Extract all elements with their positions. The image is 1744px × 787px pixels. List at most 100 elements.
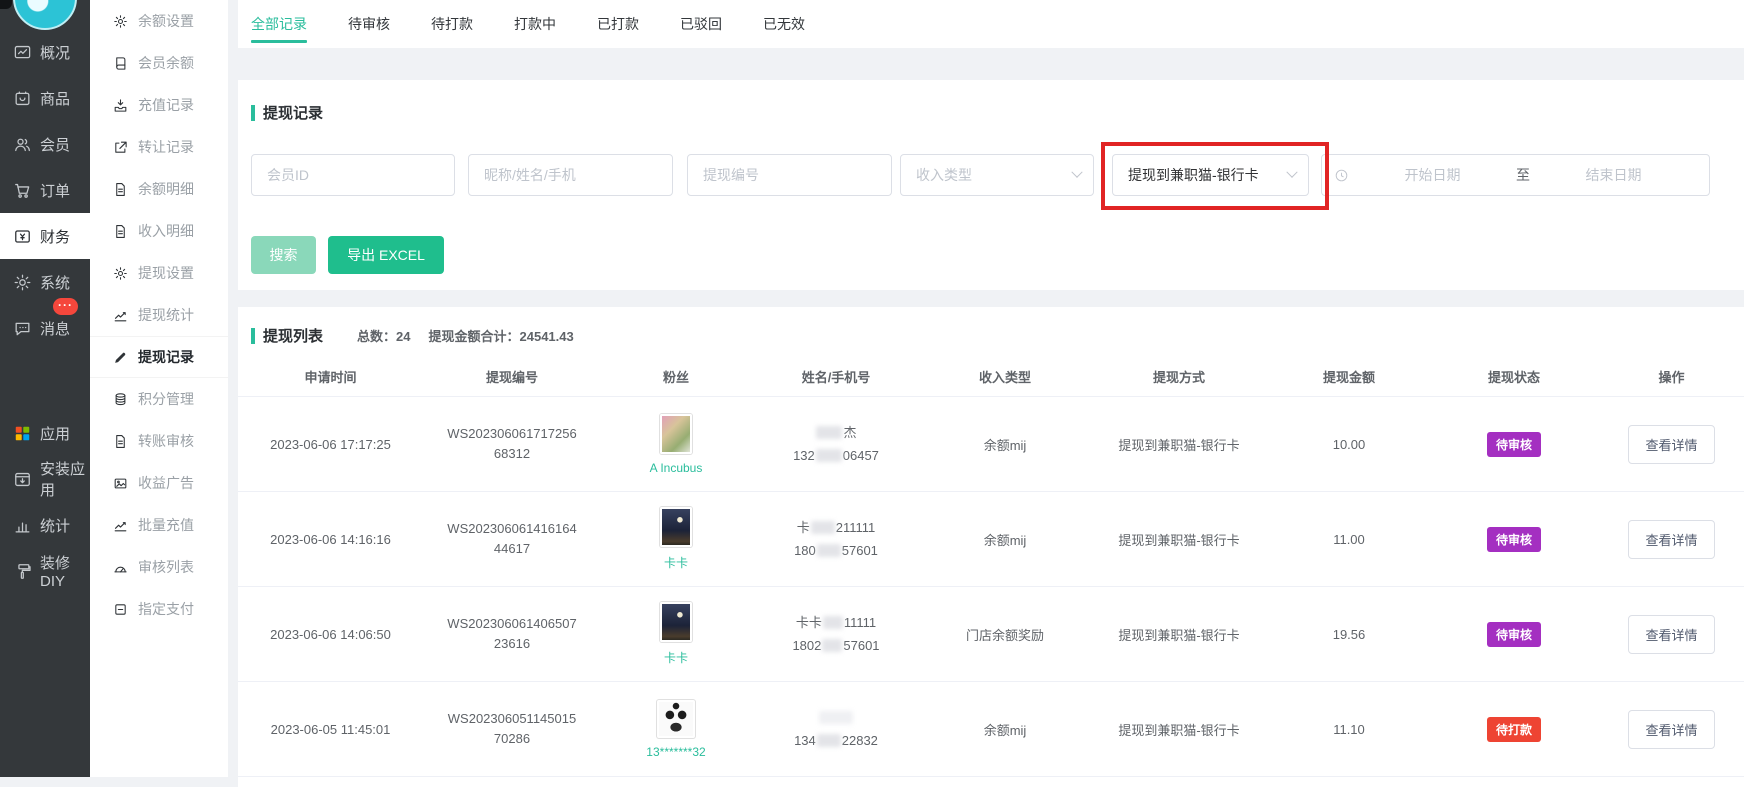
main-nav-label: 商品 [40,88,70,109]
messages-icon [13,319,32,338]
sub-nav-label: 指定支付 [138,599,194,619]
main-nav-item-install-apps[interactable]: 安装应用 [0,456,90,502]
tab-invalid[interactable]: 已无效 [763,0,805,48]
cell-action: 查看详情 [1599,425,1744,464]
sub-nav-item-withdraw-stats[interactable]: 提现统计 [90,294,228,336]
view-details-button[interactable]: 查看详情 [1628,710,1714,749]
withdraw-list-panel: 提现列表 总数：24 提现金额合计：24541.43 申请时间 提现编号 粉丝 … [238,307,1744,787]
orders-icon [13,181,32,200]
cell-name-phone: 卡211111 18057601 [751,516,921,562]
sub-nav-item-transfer-records[interactable]: 转让记录 [90,126,228,168]
sub-nav-item-member-balance[interactable]: 会员余额 [90,42,228,84]
masked-text [819,711,853,724]
list-stats: 总数：24 提现金额合计：24541.43 [357,326,574,345]
sub-nav-item-points-management[interactable]: 积分管理 [90,378,228,420]
cell-income-type: 余额mij [921,720,1089,739]
cell-fan: 13*******32 [601,700,751,759]
main-nav-item-goods[interactable]: 商品 [0,75,90,121]
sub-nav-item-designated-pay[interactable]: 指定支付 [90,588,228,630]
main-nav-label: 应用 [40,423,70,444]
table-header: 申请时间 提现编号 粉丝 姓名/手机号 收入类型 提现方式 提现金额 提现状态 … [238,356,1744,396]
tab-all-records[interactable]: 全部记录 [251,0,307,48]
fan-name-link[interactable]: 卡卡 [664,554,688,571]
main-nav-item-messages[interactable]: 消息 ··· [0,305,90,351]
main-nav: 概况 商品 会员 订单 财务 系统 消息 ··· 应用 安装应用 [0,0,90,777]
sub-nav-item-batch-recharge[interactable]: 批量充值 [90,504,228,546]
main-nav-item-finance[interactable]: 财务 [0,213,90,259]
cell-amount: 11.00 [1269,532,1429,547]
masked-text [816,426,842,439]
tab-paid[interactable]: 已打款 [597,0,639,48]
brand-logo[interactable] [13,0,77,30]
dashboard-icon [13,43,32,62]
main-nav-label: 会员 [40,134,70,155]
export-excel-button[interactable]: 导出 EXCEL [328,236,444,274]
sub-nav-item-revenue-ads[interactable]: 收益广告 [90,462,228,504]
income-type-select[interactable]: 收入类型 [900,154,1094,196]
visible-text: 杰 [843,425,856,440]
masked-name: 杰 [751,421,921,444]
date-range-picker[interactable]: 开始日期 至 结束日期 [1321,154,1710,196]
sub-nav-label: 积分管理 [138,389,194,409]
fan-name-link[interactable]: A Incubus [650,461,703,475]
cell-name-phone: 杰 13206457 [751,421,921,467]
fan-avatar[interactable] [660,414,692,454]
search-button[interactable]: 搜索 [251,236,316,274]
visible-text: 134 [794,733,816,748]
tab-rejected[interactable]: 已驳回 [680,0,722,48]
total-count: 总数：24 [357,326,410,345]
sub-nav-item-balance-detail[interactable]: 余额明细 [90,168,228,210]
sub-nav-item-withdraw-settings[interactable]: 提现设置 [90,252,228,294]
cell-method: 提现到兼职猫-银行卡 [1089,720,1269,739]
sub-nav-label: 充值记录 [138,95,194,115]
status-badge: 待审核 [1487,527,1541,552]
main-nav-item-overview[interactable]: 概况 [0,29,90,75]
cell-status: 待审核 [1429,622,1599,647]
fan-avatar[interactable] [660,602,692,642]
sub-nav-item-transfer-audit[interactable]: 转账审核 [90,420,228,462]
tab-pending-payment[interactable]: 待打款 [431,0,473,48]
main-nav-item-decorate-diy[interactable]: 装修DIY [0,548,90,594]
visible-text: 132 [793,448,815,463]
sub-nav-item-withdraw-records[interactable]: 提现记录 [90,336,228,378]
masked-phone: 13206457 [751,444,921,467]
sub-nav-item-audit-list[interactable]: 审核列表 [90,546,228,588]
sub-nav-item-balance-settings[interactable]: 余额设置 [90,0,228,42]
member-id-input[interactable] [251,154,455,196]
column-header: 收入类型 [921,367,1089,386]
fan-name-link[interactable]: 卡卡 [664,649,688,666]
cell-amount: 11.10 [1269,722,1429,737]
chart-icon [113,308,128,323]
fan-avatar[interactable] [657,700,695,738]
masked-text [817,734,841,747]
view-details-button[interactable]: 查看详情 [1628,615,1714,654]
sub-nav-item-income-detail[interactable]: 收入明细 [90,210,228,252]
record-status-tabs-bar: 全部记录 待审核 待打款 打款中 已打款 已驳回 已无效 [238,0,1744,48]
sub-nav-item-recharge-records[interactable]: 充值记录 [90,84,228,126]
fan-name-link[interactable]: 13*******32 [646,745,705,759]
main-nav-item-statistics[interactable]: 统计 [0,502,90,548]
withdraw-no-input[interactable] [687,154,892,196]
meter-icon [113,560,128,575]
column-header: 申请时间 [238,367,423,386]
main-nav-item-orders[interactable]: 订单 [0,167,90,213]
column-header: 提现方式 [1089,367,1269,386]
gear-icon [113,266,128,281]
main-nav-item-members[interactable]: 会员 [0,121,90,167]
main-nav-item-apps[interactable]: 应用 [0,410,90,456]
main-nav-label: 订单 [40,180,70,201]
view-details-button[interactable]: 查看详情 [1628,520,1714,559]
main-nav-item-system[interactable]: 系统 [0,259,90,305]
sub-nav-label: 转让记录 [138,137,194,157]
main-nav-label: 财务 [40,226,70,247]
masked-name: 卡211111 [751,516,921,539]
withdraw-method-select[interactable]: 提现到兼职猫-银行卡 [1112,154,1309,196]
end-date-placeholder: 结束日期 [1530,165,1697,185]
tab-pending-review[interactable]: 待审核 [348,0,390,48]
withdraw-search-panel: 提现记录 收入类型 提现到兼职猫-银行卡 开始日期 [238,80,1744,290]
nickname-name-phone-input[interactable] [468,154,673,196]
view-details-button[interactable]: 查看详情 [1628,425,1714,464]
image-icon [113,476,128,491]
tab-paying[interactable]: 打款中 [514,0,556,48]
fan-avatar[interactable] [660,507,692,547]
